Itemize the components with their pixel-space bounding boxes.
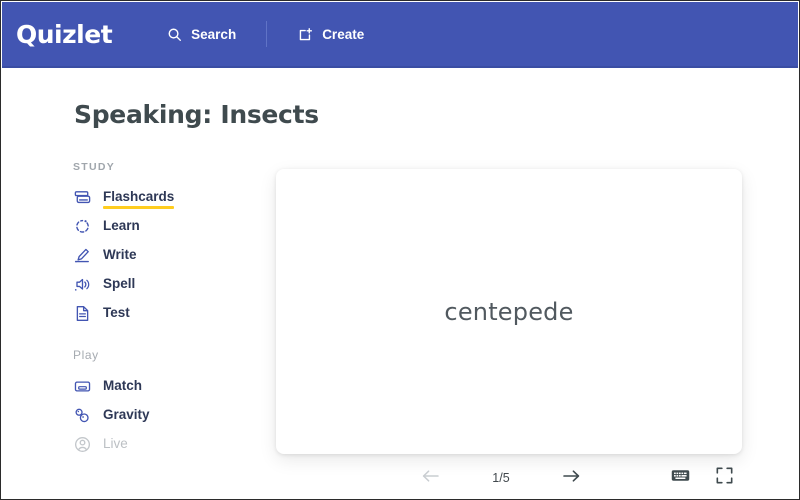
sidebar-item-test[interactable]: Test (73, 299, 243, 328)
search-icon (166, 26, 182, 42)
play-section: Play Match Gravity Live (73, 348, 243, 459)
fullscreen-icon (716, 467, 733, 489)
sidebar-item-label: Gravity (103, 407, 150, 422)
test-icon (73, 304, 92, 323)
sidebar-item-spell[interactable]: Spell (73, 270, 243, 299)
sidebar-item-label: Flashcards (103, 189, 175, 209)
study-section-label: STUDY (73, 161, 116, 173)
navigation-controls: 1/5 (420, 467, 582, 489)
study-mode-sidebar: STUDY Flashcards Learn Write Spell Test … (73, 161, 243, 479)
learn-icon (73, 217, 92, 236)
flashcard-controls: 1/5 (276, 463, 742, 493)
arrow-left-icon (421, 468, 441, 489)
sidebar-item-match[interactable]: Match (73, 372, 243, 401)
navbar-divider (266, 21, 268, 47)
sidebar-item-label: Test (103, 305, 130, 320)
sidebar-item-label: Learn (103, 218, 140, 233)
fullscreen-button[interactable] (714, 467, 734, 489)
keyboard-icon (671, 468, 690, 488)
flashcard[interactable]: centepede (276, 169, 742, 454)
sidebar-item-live[interactable]: Live (73, 430, 243, 459)
write-icon (73, 246, 92, 265)
create-label: Create (322, 26, 365, 42)
gravity-icon (73, 406, 92, 425)
sidebar-item-gravity[interactable]: Gravity (73, 401, 243, 430)
sidebar-item-learn[interactable]: Learn (73, 212, 243, 241)
sidebar-item-label: Match (103, 378, 143, 393)
play-section-label: Play (73, 348, 99, 362)
spell-icon (73, 275, 92, 294)
keyboard-shortcuts-button[interactable] (670, 468, 690, 488)
next-card-button[interactable] (560, 467, 582, 489)
search-label: Search (191, 26, 237, 42)
sidebar-item-label: Spell (103, 276, 136, 291)
view-options (670, 467, 742, 489)
create-button[interactable]: Create (295, 22, 366, 46)
top-navbar: Quizlet Search Create (2, 2, 798, 68)
study-section: STUDY Flashcards Learn Write Spell Test (73, 161, 243, 328)
page-title: Speaking: Insects (74, 100, 319, 129)
navbar-links: Search Create (164, 21, 366, 47)
create-icon (297, 26, 313, 42)
card-counter: 1/5 (492, 471, 510, 485)
match-icon (73, 377, 92, 396)
arrow-right-icon (561, 468, 581, 489)
sidebar-item-label: Live (103, 436, 128, 451)
quizlet-logo[interactable]: Quizlet (16, 22, 113, 47)
flashcard-term: centepede (444, 297, 574, 326)
search-button[interactable]: Search (164, 22, 238, 46)
quizlet-flashcards-page: Quizlet Search Create Speaking: Insects … (0, 0, 800, 500)
sidebar-item-label: Write (103, 247, 137, 262)
flashcards-icon (73, 188, 92, 207)
live-icon (73, 435, 92, 454)
sidebar-item-flashcards[interactable]: Flashcards (73, 183, 243, 212)
sidebar-item-write[interactable]: Write (73, 241, 243, 270)
previous-card-button[interactable] (420, 467, 442, 489)
